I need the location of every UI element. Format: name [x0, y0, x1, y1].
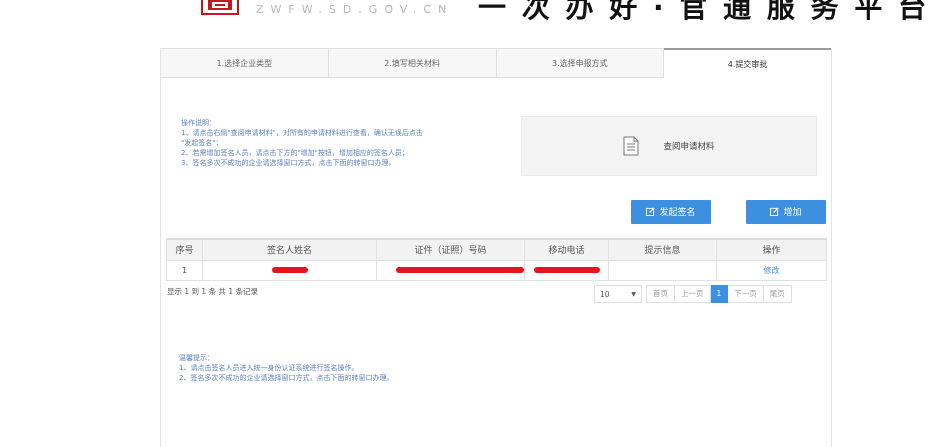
prev-page-button[interactable]: 上一页	[675, 285, 711, 303]
add-signer-label: 增加	[783, 207, 802, 217]
warm-tips: 温馨提示： 1、请点击签名人员进入统一身份认证系统进行签名操作。 2、签名多次不…	[179, 353, 393, 383]
redaction-mark	[533, 267, 600, 273]
col-signer-name: 签名人姓名	[202, 238, 377, 261]
col-id-number: 证件（证照）号码	[376, 238, 525, 261]
row-mobile	[524, 259, 609, 281]
instruction-line: 3、签名多次不成功的企业请选择窗口方式，点击下面的转窗口办理。	[181, 159, 396, 167]
row-id-number	[376, 259, 525, 281]
table-row: 1 修改	[166, 259, 827, 281]
site-header: ZWFW.SD.GOV.CN 一 次 办 好 · 官 通 服 务 平 台	[0, 0, 930, 22]
caret-down-icon: ▼	[631, 290, 636, 298]
redaction-mark	[395, 267, 524, 273]
row-action: 修改	[716, 259, 827, 281]
main-panel: 1.选择企业类型 2.填写相关材料 3.选择申报方式 4.提交审批 操作说明： …	[160, 48, 832, 447]
first-page-button[interactable]: 首页	[646, 285, 675, 303]
row-message	[608, 259, 717, 281]
site-url: ZWFW.SD.GOV.CN	[256, 3, 454, 16]
tip-line: 1、请点击签名人员进入统一身份认证系统进行签名操作。	[179, 364, 359, 372]
step-1[interactable]: 1.选择企业类型	[161, 48, 329, 78]
step-4-active[interactable]: 4.提交审批	[664, 48, 831, 78]
step-3[interactable]: 3.选择申报方式	[496, 48, 665, 78]
next-page-button[interactable]: 下一页	[728, 285, 764, 303]
pagination: 10 ▼ 首页 上一页 1 下一页 尾页	[594, 285, 792, 303]
operation-instructions: 操作说明： 1、请点击右侧"查阅申请材料"，对所有的申请材料进行查看，确认无误后…	[181, 118, 521, 168]
row-index: 1	[166, 259, 203, 281]
record-count: 显示 1 到 1 条 共 1 条记录	[167, 287, 259, 296]
government-emblem-icon	[201, 0, 239, 15]
col-mobile: 移动电话	[524, 238, 609, 261]
header-slogan: 一 次 办 好 · 官 通 服 务 平 台	[478, 0, 930, 22]
initiate-signature-label: 发起签名	[659, 207, 696, 217]
step-progress: 1.选择企业类型 2.填写相关材料 3.选择申报方式 4.提交审批	[161, 48, 831, 78]
col-action: 操作	[716, 238, 827, 261]
tip-line: 2、签名多次不成功的企业请选择窗口方式，点击下面的转窗口办理。	[179, 374, 394, 382]
current-page-button[interactable]: 1	[710, 285, 729, 303]
add-signer-button[interactable]: 增加	[746, 200, 826, 224]
initiate-signature-button[interactable]: 发起签名	[631, 200, 711, 224]
instruction-line: 2、若需增加签名人员，请点击下方的"增加"按钮，增加相应的签名人员；	[181, 149, 409, 157]
page-size-select[interactable]: 10 ▼	[594, 285, 642, 303]
view-materials-button[interactable]: 查阅申请材料	[521, 116, 817, 176]
edit-icon	[646, 207, 656, 216]
last-page-button[interactable]: 尾页	[763, 285, 792, 303]
document-icon	[623, 136, 639, 156]
view-materials-label: 查阅申请材料	[663, 142, 715, 152]
col-index: 序号	[166, 238, 203, 261]
edit-link[interactable]: 修改	[764, 266, 780, 275]
step-2[interactable]: 2.填写相关材料	[328, 48, 497, 78]
edit-icon	[770, 207, 780, 216]
instructions-title: 操作说明：	[181, 119, 216, 127]
page-size-value: 10	[600, 289, 610, 299]
instruction-line: 1、请点击右侧"查阅申请材料"，对所有的申请材料进行查看，确认无误后点击	[181, 129, 423, 137]
tips-title: 温馨提示：	[179, 354, 214, 362]
signers-table: 序号 签名人姓名 证件（证照）号码 移动电话 提示信息 操作 1 修改	[166, 238, 827, 281]
table-header-row: 序号 签名人姓名 证件（证照）号码 移动电话 提示信息 操作	[166, 238, 827, 261]
row-signer-name[interactable]	[202, 259, 377, 281]
instruction-line: "发起签名"；	[181, 139, 223, 147]
redaction-mark	[271, 267, 308, 273]
col-message: 提示信息	[608, 238, 717, 261]
